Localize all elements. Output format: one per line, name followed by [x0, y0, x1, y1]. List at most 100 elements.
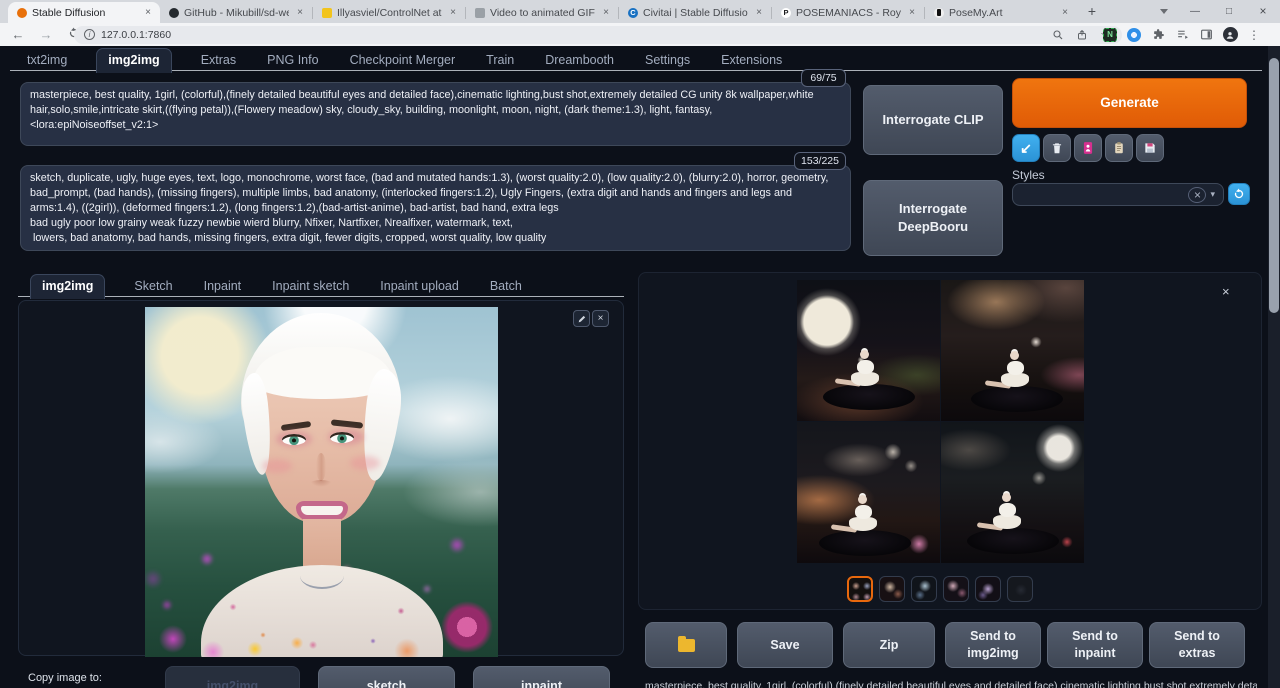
tab-checkpoint-merger[interactable]: Checkpoint Merger: [348, 49, 458, 71]
apply-style-button[interactable]: [1105, 134, 1133, 162]
interrogate-clip-button[interactable]: Interrogate CLIP: [863, 85, 1003, 155]
styles-caret-icon[interactable]: ▾: [1210, 189, 1215, 200]
profile-avatar[interactable]: [1218, 27, 1242, 42]
negative-token-counter: 153/225: [794, 152, 846, 170]
zoom-page-icon[interactable]: [1046, 29, 1070, 41]
browser-tab-gif-converter[interactable]: Video to animated GIF converter ×: [466, 2, 618, 23]
refresh-icon: [1233, 188, 1245, 200]
rock: [967, 528, 1059, 554]
tab-close-icon[interactable]: ×: [600, 7, 612, 18]
back-icon[interactable]: ←: [8, 27, 28, 42]
address-bar[interactable]: i 127.0.0.1:7860 ☆: [74, 26, 1122, 44]
styles-dropdown[interactable]: × ▾: [1012, 183, 1224, 206]
browser-tab-controlnet[interactable]: Illyasviel/ControlNet at main ×: [313, 2, 465, 23]
tab-txt2img[interactable]: txt2img: [25, 49, 69, 71]
clear-prompt-trash-button[interactable]: [1043, 134, 1071, 162]
blue-extension-icon[interactable]: [1122, 28, 1146, 42]
chevron-down-icon[interactable]: [1160, 9, 1168, 14]
tab-dreambooth[interactable]: Dreambooth: [543, 49, 616, 71]
site-info-icon[interactable]: i: [84, 29, 95, 40]
save-style-button[interactable]: [1136, 134, 1164, 162]
gallery-thumbnail-1[interactable]: [847, 576, 873, 602]
gif-converter-favicon-icon: [475, 8, 485, 18]
tab-extras[interactable]: Extras: [199, 49, 238, 71]
gallery-thumbnail-2[interactable]: [879, 576, 905, 602]
tab-close-icon[interactable]: ×: [1059, 7, 1071, 18]
subtab-sketch[interactable]: Sketch: [132, 275, 174, 297]
subtab-inpaint-upload[interactable]: Inpaint upload: [378, 275, 461, 297]
generation-info-text: masterpiece, best quality, 1girl, (color…: [645, 680, 1257, 688]
tab-close-icon[interactable]: ×: [294, 7, 306, 18]
extra-networks-button[interactable]: [1074, 134, 1102, 162]
civitai-favicon-icon: C: [628, 8, 638, 18]
generate-button[interactable]: Generate: [1012, 78, 1247, 128]
open-folder-button[interactable]: [645, 622, 727, 668]
copy-to-sketch-button[interactable]: sketch: [318, 666, 455, 688]
screen: Stable Diffusion × GitHub - Mikubill/sd-…: [0, 0, 1280, 688]
tab-close-icon[interactable]: ×: [906, 7, 918, 18]
paste-params-button[interactable]: ↙: [1012, 134, 1040, 162]
send-to-inpaint-button[interactable]: Send to inpaint: [1047, 622, 1143, 668]
new-tab-button[interactable]: +: [1081, 2, 1103, 22]
tab-train[interactable]: Train: [484, 49, 516, 71]
tab-extensions[interactable]: Extensions: [719, 49, 784, 71]
tab-close-icon[interactable]: ×: [447, 7, 459, 18]
gallery-close-icon[interactable]: ×: [1222, 284, 1230, 299]
tab-png-info[interactable]: PNG Info: [265, 49, 320, 71]
save-button[interactable]: Save: [737, 622, 833, 668]
share-icon[interactable]: [1070, 29, 1094, 41]
clipboard-icon: [1112, 141, 1126, 155]
browser-tab-posemyart[interactable]: PoseMy.Art ×: [925, 2, 1077, 23]
page-scrollbar[interactable]: [1268, 46, 1280, 688]
browser-tab-stable-diffusion[interactable]: Stable Diffusion ×: [8, 2, 160, 23]
figure-torso: [1007, 361, 1024, 375]
browser-tab-civitai[interactable]: C Civitai | Stable Diffusion model... ×: [619, 2, 771, 23]
browser-menu-kebab-icon[interactable]: ⋮: [1242, 28, 1266, 42]
media-controls-icon[interactable]: [1170, 28, 1194, 41]
browser-tab-posemaniacs[interactable]: P POSEMANIACS - Royalty free 3... ×: [772, 2, 924, 23]
n-extension-icon[interactable]: N: [1098, 28, 1122, 42]
tab-close-icon[interactable]: ×: [753, 7, 765, 18]
zip-button[interactable]: Zip: [843, 622, 935, 668]
send-to-img2img-button[interactable]: Send to img2img: [945, 622, 1041, 668]
tab-settings[interactable]: Settings: [643, 49, 692, 71]
tab-title: Stable Diffusion: [32, 7, 137, 19]
extra-networks-card-icon: [1081, 141, 1095, 155]
gallery-selected-image[interactable]: [797, 280, 1084, 563]
scrollbar-thumb[interactable]: [1269, 58, 1279, 313]
negative-prompt-input[interactable]: sketch, duplicate, ugly, huge eyes, text…: [20, 165, 851, 251]
gallery-thumbnail-strip: [847, 576, 1047, 604]
browser-tab-github[interactable]: GitHub - Mikubill/sd-webui-co... ×: [160, 2, 312, 23]
window-minimize-button[interactable]: —: [1178, 6, 1212, 17]
floppy-save-icon: [1143, 141, 1157, 155]
remove-image-button[interactable]: ×: [592, 310, 609, 327]
prompt-input[interactable]: masterpiece, best quality, 1girl, (color…: [20, 82, 851, 146]
figure-skirt: [849, 517, 877, 531]
subtab-batch[interactable]: Batch: [488, 275, 524, 297]
send-to-extras-button[interactable]: Send to extras: [1149, 622, 1245, 668]
tab-title: Illyasviel/ControlNet at main: [337, 7, 442, 19]
figure-torso: [999, 503, 1016, 517]
paste-arrow-icon: ↙: [1020, 139, 1032, 158]
url-text[interactable]: 127.0.0.1:7860: [101, 29, 1046, 41]
edit-image-button[interactable]: [573, 310, 590, 327]
gallery-thumbnail-5[interactable]: [975, 576, 1001, 602]
interrogate-deepbooru-button[interactable]: Interrogate DeepBooru: [863, 180, 1003, 256]
window-close-button[interactable]: ×: [1246, 4, 1280, 18]
gallery-thumbnail-6[interactable]: [1007, 576, 1033, 602]
tab-close-icon[interactable]: ×: [142, 7, 154, 18]
img2img-source-image[interactable]: [145, 307, 498, 657]
gallery-thumbnail-3[interactable]: [911, 576, 937, 602]
subtab-inpaint[interactable]: Inpaint: [202, 275, 244, 297]
refresh-styles-button[interactable]: [1228, 183, 1250, 205]
subtab-img2img[interactable]: img2img: [30, 274, 105, 299]
styles-clear-icon[interactable]: ×: [1188, 187, 1206, 203]
extensions-puzzle-icon[interactable]: [1146, 28, 1170, 41]
subtab-inpaint-sketch[interactable]: Inpaint sketch: [270, 275, 351, 297]
copy-to-inpaint-button[interactable]: inpaint: [473, 666, 610, 688]
side-panel-icon[interactable]: [1194, 28, 1218, 41]
forward-icon[interactable]: →: [36, 27, 56, 42]
gallery-thumbnail-4[interactable]: [943, 576, 969, 602]
tab-img2img[interactable]: img2img: [96, 48, 171, 73]
window-maximize-button[interactable]: □: [1212, 6, 1246, 17]
